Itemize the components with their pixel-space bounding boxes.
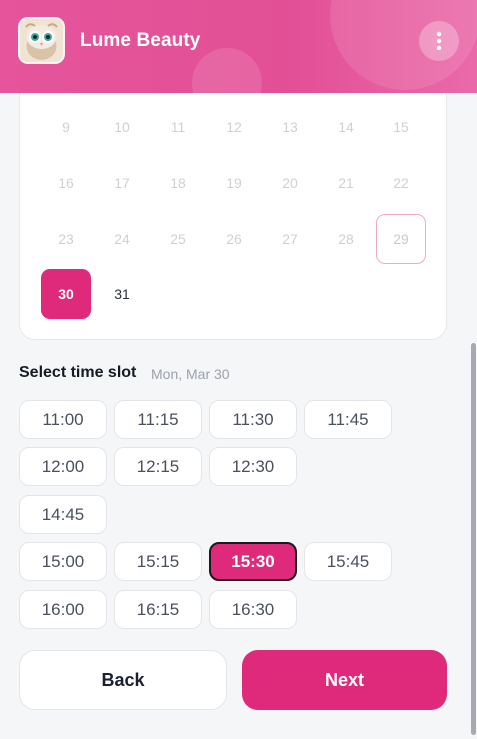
- time-slot-1530[interactable]: 15:30: [209, 542, 297, 581]
- time-slot-1145[interactable]: 11:45: [304, 400, 392, 439]
- calendar-day-21: 21: [338, 175, 354, 191]
- calendar-day-18: 18: [170, 175, 186, 191]
- calendar-day-20: 20: [282, 175, 298, 191]
- time-slot-1230[interactable]: 12:30: [209, 447, 297, 486]
- time-slot-1545[interactable]: 15:45: [304, 542, 392, 581]
- calendar-day-30[interactable]: 30: [41, 269, 91, 319]
- time-slot-1445[interactable]: 14:45: [19, 495, 107, 534]
- time-slot-1515[interactable]: 15:15: [114, 542, 202, 581]
- calendar-day-10: 10: [114, 119, 130, 135]
- header-decoration: [192, 48, 262, 93]
- calendar-day-15: 15: [393, 119, 409, 135]
- calendar-day-13: 13: [282, 119, 298, 135]
- scrollbar-thumb[interactable]: [471, 343, 476, 735]
- app-header: Lume Beauty: [0, 0, 477, 93]
- calendar-day-17: 17: [114, 175, 130, 191]
- back-button[interactable]: Back: [19, 650, 227, 710]
- time-slot-1200[interactable]: 12:00: [19, 447, 107, 486]
- selected-date-label: Mon, Mar 30: [151, 366, 230, 382]
- calendar-day-24: 24: [114, 231, 130, 247]
- time-slot-1100[interactable]: 11:00: [19, 400, 107, 439]
- calendar-day-22: 22: [393, 175, 409, 191]
- calendar-day-28: 28: [338, 231, 354, 247]
- time-slot-title: Select time slot: [19, 364, 137, 381]
- time-slot-1630[interactable]: 16:30: [209, 590, 297, 629]
- calendar-day-11: 11: [170, 119, 186, 135]
- more-menu-button[interactable]: [419, 21, 459, 61]
- calendar-day-26: 26: [226, 231, 242, 247]
- time-slot-1600[interactable]: 16:00: [19, 590, 107, 629]
- time-slot-1130[interactable]: 11:30: [209, 400, 297, 439]
- time-slot-1615[interactable]: 16:15: [114, 590, 202, 629]
- owl-mascot-icon: [18, 17, 65, 64]
- time-slot-1215[interactable]: 12:15: [114, 447, 202, 486]
- calendar-day-12: 12: [226, 119, 242, 135]
- calendar-card: 9 10 11 12 13 14 15 16 17 18 19 20 21 22 23 24 25 26 27 28 2…: [19, 80, 447, 340]
- calendar-day-14: 14: [338, 119, 354, 135]
- calendar-day-16: 16: [58, 175, 74, 191]
- time-slot-1115[interactable]: 11:15: [114, 400, 202, 439]
- brand-name: Lume Beauty: [80, 30, 201, 51]
- calendar-day-31[interactable]: 31: [97, 269, 147, 319]
- calendar-day-25: 25: [170, 231, 186, 247]
- calendar-day-27: 27: [282, 231, 298, 247]
- more-vertical-icon: [436, 31, 442, 51]
- time-slot-1500[interactable]: 15:00: [19, 542, 107, 581]
- next-button[interactable]: Next: [242, 650, 447, 710]
- calendar-day-23: 23: [58, 231, 74, 247]
- calendar-day-29[interactable]: 29: [376, 214, 426, 264]
- calendar-day-19: 19: [226, 175, 242, 191]
- calendar-day-9: 9: [62, 119, 70, 135]
